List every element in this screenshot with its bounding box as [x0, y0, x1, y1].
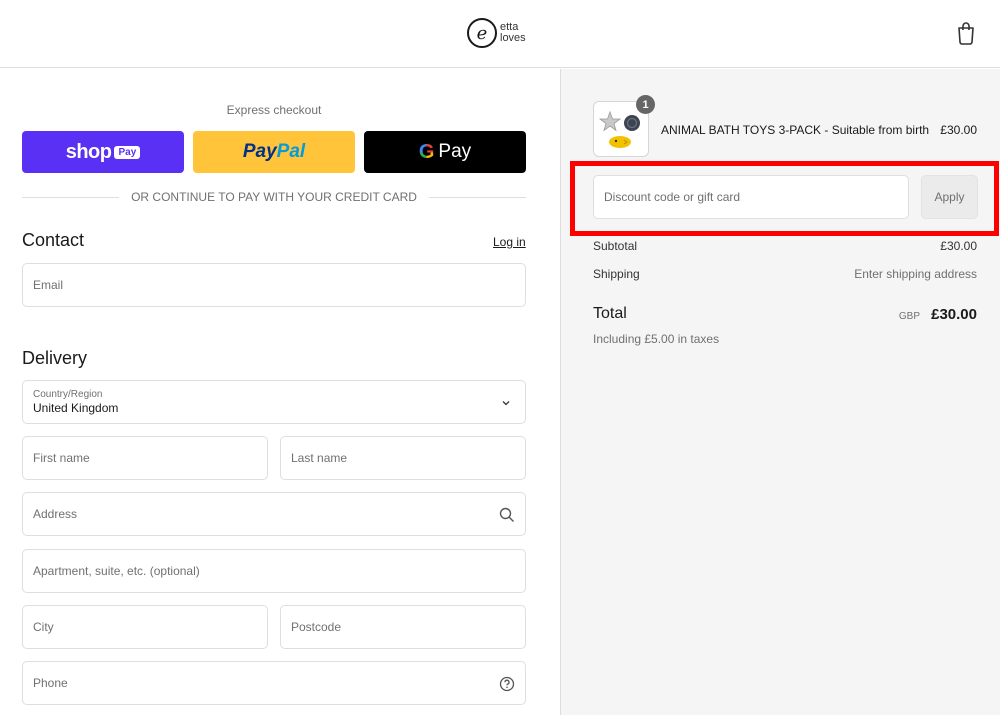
- payment-divider: OR CONTINUE TO PAY WITH YOUR CREDIT CARD: [22, 189, 526, 205]
- logo-mark-icon: e: [467, 18, 497, 48]
- chevron-down-icon: [502, 401, 510, 406]
- divider-line-right: [428, 196, 526, 198]
- brand-logo[interactable]: e etta loves: [467, 16, 537, 50]
- phone-placeholder: Phone: [33, 676, 68, 690]
- total-currency: GBP: [898, 311, 920, 322]
- total-amount: £30.00: [931, 306, 977, 323]
- paypal-button[interactable]: Pay Pal: [193, 131, 355, 173]
- paypal-word-pay: Pay: [242, 141, 277, 162]
- apply-discount-button[interactable]: Apply: [921, 175, 978, 219]
- search-icon: [499, 507, 514, 522]
- contact-title: Contact: [22, 230, 85, 250]
- product-price: £30.00: [940, 123, 977, 137]
- google-pay-word: Pay: [438, 141, 472, 162]
- email-field[interactable]: Email: [22, 263, 526, 307]
- product-name: ANIMAL BATH TOYS 3-PACK - Suitable from …: [661, 123, 930, 137]
- login-link[interactable]: Log in: [493, 235, 526, 249]
- country-select[interactable]: Country/Region United Kingdom: [22, 380, 526, 424]
- total-label: Total: [593, 305, 627, 322]
- shipping-label: Shipping: [593, 267, 640, 281]
- address-field[interactable]: Address: [22, 492, 526, 536]
- google-g-icon: G: [418, 140, 435, 163]
- help-circle-icon[interactable]: [499, 676, 515, 692]
- paypal-word-pal: Pal: [276, 141, 306, 162]
- shop-pay-word: shop: [65, 140, 112, 163]
- postcode-field[interactable]: Postcode: [280, 605, 526, 649]
- tax-note: Including £5.00 in taxes: [593, 332, 720, 346]
- express-checkout-label: Express checkout: [226, 103, 322, 117]
- subtotal-value: £30.00: [940, 239, 977, 253]
- discount-code-input[interactable]: Discount code or gift card: [593, 175, 909, 219]
- google-pay-button[interactable]: G Pay: [364, 131, 526, 173]
- shopping-bag-icon[interactable]: [955, 21, 977, 45]
- country-label: Country/Region: [33, 388, 103, 400]
- country-value: United Kingdom: [33, 400, 119, 415]
- logo-text: etta loves: [500, 22, 526, 44]
- delivery-title: Delivery: [22, 348, 88, 368]
- divider-text: OR CONTINUE TO PAY WITH YOUR CREDIT CARD: [131, 190, 417, 204]
- divider-line-left: [22, 196, 120, 198]
- shop-pay-tag: Pay: [114, 145, 141, 159]
- last-name-field[interactable]: Last name: [280, 436, 526, 480]
- first-name-field[interactable]: First name: [22, 436, 268, 480]
- subtotal-label: Subtotal: [593, 239, 638, 253]
- apartment-field[interactable]: Apartment, suite, etc. (optional): [22, 549, 526, 593]
- city-field[interactable]: City: [22, 605, 268, 649]
- shop-pay-button[interactable]: shop Pay: [22, 131, 184, 173]
- quantity-badge: 1: [636, 95, 655, 114]
- logo-line-2: loves: [500, 32, 526, 44]
- order-summary: 1 ANIMAL BATH TOYS 3-PACK - Suitable fro…: [560, 69, 1000, 715]
- header: e etta loves: [0, 0, 1000, 68]
- address-placeholder: Address: [33, 507, 78, 521]
- checkout-form: Express checkout shop Pay Pay Pal G Pay O…: [0, 69, 559, 715]
- shipping-value: Enter shipping address: [854, 267, 977, 281]
- phone-field[interactable]: Phone: [22, 661, 526, 705]
